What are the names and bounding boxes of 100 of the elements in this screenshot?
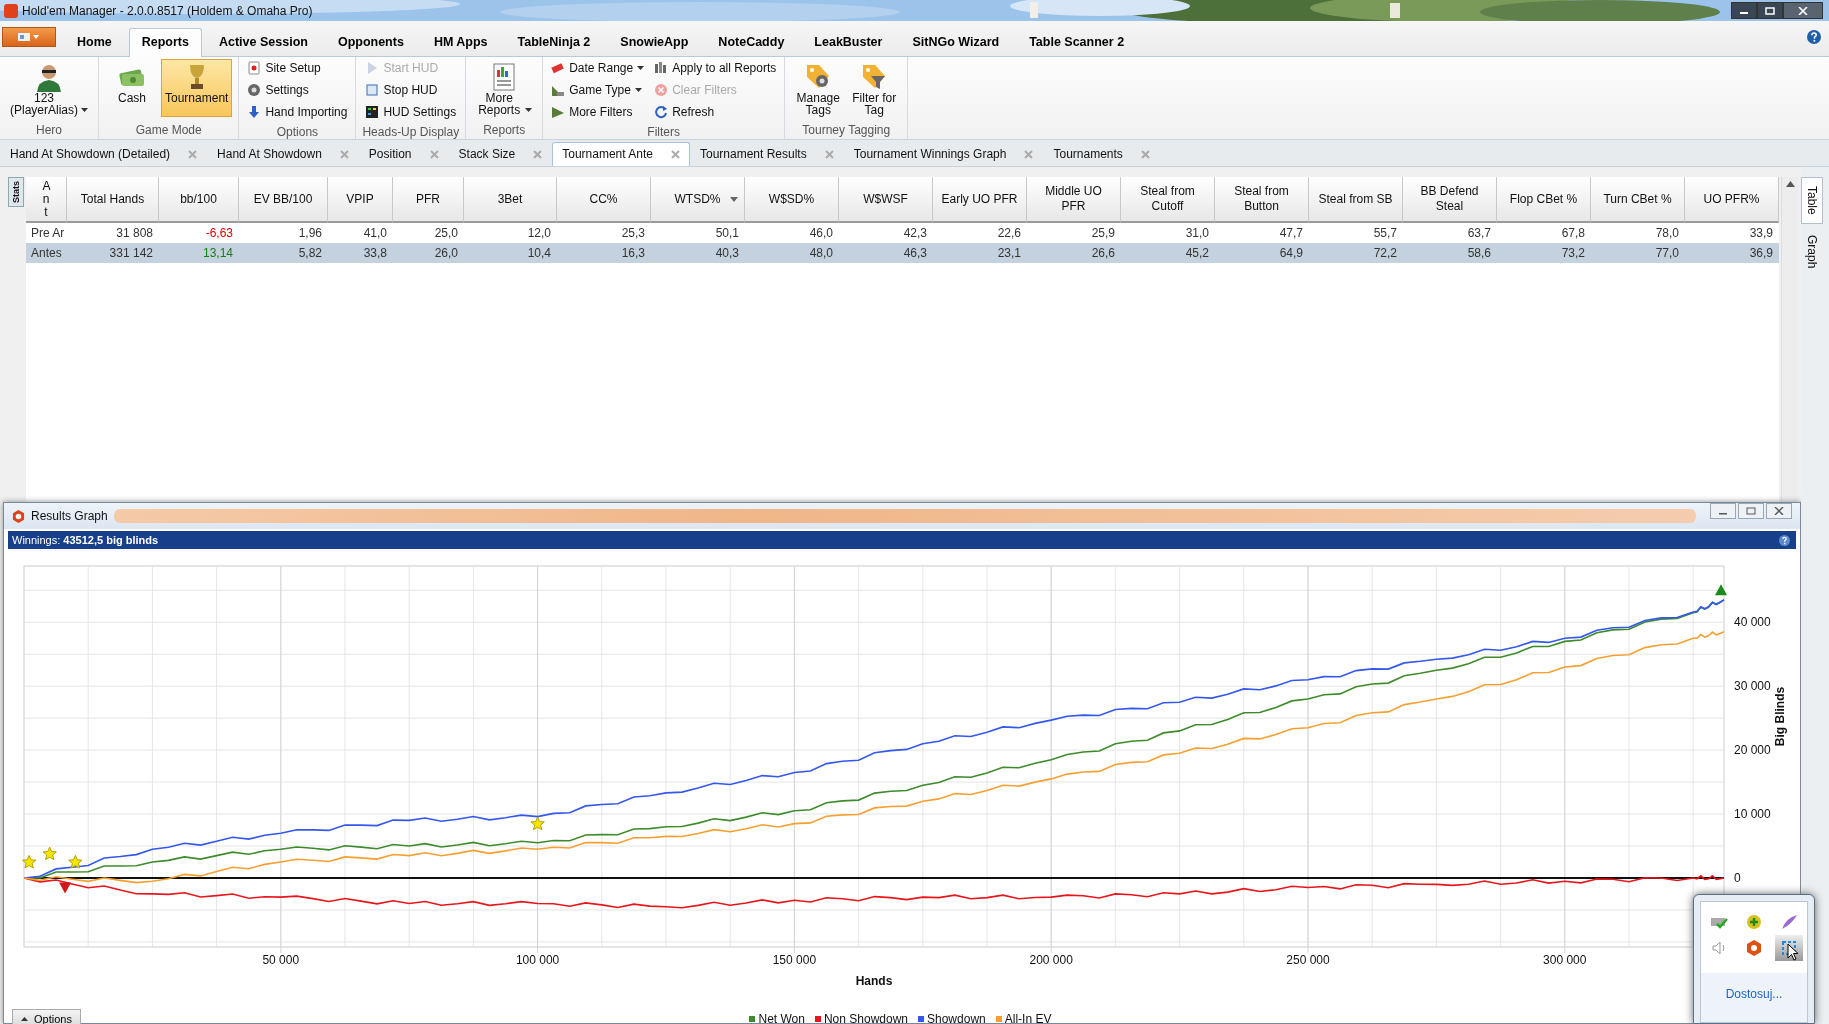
table-cell-text: 42,3 bbox=[902, 225, 928, 242]
menu-tab[interactable]: Active Session bbox=[205, 28, 321, 56]
ribbon-button[interactable]: More Filters bbox=[549, 103, 647, 121]
table-cell-text: 12,0 bbox=[526, 225, 552, 242]
document-tab[interactable]: Stack Size bbox=[448, 142, 553, 166]
ribbon-button[interactable]: 123 (PlayerAlias) bbox=[6, 59, 92, 119]
document-tab[interactable]: Tournament Winnings Graph bbox=[843, 142, 1044, 166]
column-header[interactable]: W$SD% bbox=[745, 177, 839, 223]
column-header[interactable]: UO PFR% bbox=[1685, 177, 1779, 223]
column-header[interactable]: Middle UO PFR bbox=[1027, 177, 1121, 223]
column-header[interactable]: W$WSF bbox=[839, 177, 933, 223]
ribbon-button[interactable]: Stop HUD bbox=[363, 81, 459, 99]
column-header[interactable]: Steal from SB bbox=[1309, 177, 1403, 223]
document-tab[interactable]: Position bbox=[358, 142, 449, 166]
stop-icon bbox=[365, 83, 380, 97]
side-tab[interactable]: Graph bbox=[1801, 225, 1823, 278]
menu-tab[interactable]: LeakBuster bbox=[801, 28, 896, 56]
close-icon[interactable] bbox=[824, 149, 834, 159]
column-header[interactable]: Turn CBet % bbox=[1591, 177, 1685, 223]
ribbon-button[interactable]: Hand Importing bbox=[245, 103, 350, 121]
close-icon bbox=[1798, 6, 1808, 15]
maximize-button[interactable] bbox=[1757, 2, 1783, 19]
table-cell: 48,0 bbox=[745, 243, 839, 263]
column-header[interactable]: Steal from Button bbox=[1215, 177, 1309, 223]
table-cell: 331 142 bbox=[67, 243, 159, 263]
table-cell: 45,2 bbox=[1121, 243, 1215, 263]
document-tab[interactable]: Tournament Results bbox=[690, 142, 844, 166]
column-header[interactable]: bb/100 bbox=[159, 177, 239, 223]
document-tab[interactable]: Hand At Showdown (Detailed) bbox=[0, 142, 208, 166]
help-icon[interactable] bbox=[1779, 534, 1790, 546]
group-label: Reports bbox=[483, 123, 526, 139]
document-tab[interactable]: Hand At Showdown bbox=[207, 142, 359, 166]
menu-tab[interactable]: Home bbox=[64, 28, 125, 56]
ribbon-button[interactable]: Cash bbox=[105, 59, 159, 117]
legend-label: Showdown bbox=[927, 1012, 986, 1024]
ribbon-button[interactable]: Date Range bbox=[549, 59, 647, 77]
column-header[interactable]: BB Defend Steal bbox=[1403, 177, 1497, 223]
close-icon[interactable] bbox=[429, 149, 439, 159]
x-tick-label: 100 000 bbox=[515, 953, 560, 967]
table-cell-text: 31 808 bbox=[115, 225, 154, 242]
menu-tab[interactable]: NoteCaddy bbox=[705, 28, 798, 56]
table-cell: 26,6 bbox=[1027, 243, 1121, 263]
ribbon-button[interactable]: HUD Settings bbox=[363, 103, 459, 121]
ribbon-button[interactable]: Settings bbox=[245, 81, 350, 99]
table-cell-text: 33,9 bbox=[1748, 225, 1774, 242]
group-label: Filters bbox=[647, 125, 681, 141]
ribbon-button[interactable]: Site Setup bbox=[245, 59, 350, 77]
plus-circle-icon[interactable] bbox=[1745, 914, 1763, 930]
menu-tab[interactable]: HM Apps bbox=[420, 28, 501, 56]
column-header[interactable]: WTSD% bbox=[651, 177, 745, 223]
ribbon-button[interactable]: More Reports bbox=[472, 59, 537, 119]
shield-icon[interactable] bbox=[1745, 940, 1763, 956]
close-icon[interactable] bbox=[188, 149, 198, 159]
side-tab[interactable]: Table bbox=[1801, 177, 1823, 224]
customize-link[interactable]: Dostosuj... bbox=[1700, 973, 1808, 1023]
x-tick-label: 200 000 bbox=[1029, 953, 1073, 967]
close-icon[interactable] bbox=[339, 149, 349, 159]
column-header[interactable]: Steal from Cutoff bbox=[1121, 177, 1215, 223]
menu-tab[interactable]: SitNGo Wizard bbox=[899, 28, 1013, 56]
menu-tab[interactable]: TableNinja 2 bbox=[504, 28, 604, 56]
menu-tab[interactable]: Reports bbox=[128, 28, 202, 57]
document-tab[interactable]: Tournament Ante bbox=[552, 142, 690, 166]
column-header[interactable]: 3Bet bbox=[464, 177, 557, 223]
legend-label: All-In EV bbox=[1004, 1012, 1052, 1024]
scrollbar[interactable] bbox=[1781, 177, 1798, 502]
column-header[interactable]: Ant bbox=[26, 177, 67, 223]
column-header[interactable]: Total Hands bbox=[67, 177, 159, 223]
column-header[interactable]: VPIP bbox=[328, 177, 393, 223]
ribbon-button[interactable]: Tournament bbox=[161, 59, 233, 117]
speaker-icon[interactable] bbox=[1709, 940, 1728, 956]
close-button[interactable] bbox=[1766, 503, 1792, 519]
minimize-button[interactable] bbox=[1731, 2, 1757, 19]
help-icon[interactable] bbox=[1807, 30, 1821, 44]
close-icon[interactable] bbox=[1024, 149, 1034, 159]
table-cell: 77,0 bbox=[1591, 243, 1685, 263]
menu-tab[interactable]: Table Scanner 2 bbox=[1016, 28, 1138, 56]
column-header[interactable]: PFR bbox=[393, 177, 464, 223]
ribbon-button[interactable]: Filter for Tag bbox=[847, 59, 902, 119]
menu-tab[interactable]: Opponents bbox=[324, 28, 417, 56]
ribbon-button[interactable]: Refresh bbox=[652, 103, 779, 121]
scroll-up-icon[interactable] bbox=[1785, 181, 1795, 187]
ribbon-button[interactable]: Manage Tags bbox=[791, 59, 846, 119]
stats-side-tab[interactable]: Stats bbox=[8, 177, 24, 207]
document-tab[interactable]: Tournaments bbox=[1043, 142, 1160, 166]
ribbon-button[interactable]: Apply to all Reports bbox=[652, 59, 779, 77]
column-header[interactable]: CC% bbox=[557, 177, 651, 223]
close-icon[interactable] bbox=[671, 149, 680, 159]
table-cell: 36,9 bbox=[1685, 243, 1779, 263]
menu-tab[interactable]: SnowieApp bbox=[607, 28, 702, 56]
feather-icon[interactable] bbox=[1780, 914, 1799, 930]
column-header[interactable]: Early UO PFR bbox=[933, 177, 1027, 223]
selection-icon[interactable] bbox=[1775, 935, 1804, 961]
close-button[interactable] bbox=[1783, 2, 1823, 19]
column-header[interactable]: Flop CBet % bbox=[1497, 177, 1591, 223]
close-icon[interactable] bbox=[533, 149, 543, 159]
app-menu-button[interactable] bbox=[2, 27, 56, 47]
close-icon[interactable] bbox=[1140, 149, 1150, 159]
column-header[interactable]: EV BB/100 bbox=[239, 177, 328, 223]
group-label: Options bbox=[276, 125, 319, 141]
ribbon-button[interactable]: Game Type bbox=[549, 81, 647, 99]
